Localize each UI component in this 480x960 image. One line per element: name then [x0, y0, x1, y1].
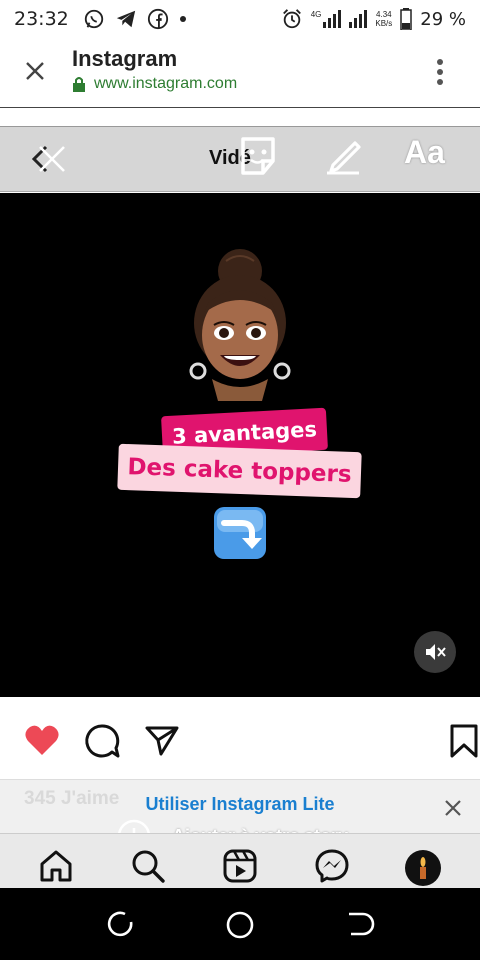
network-type-label: 4G	[310, 10, 322, 19]
reels-icon[interactable]	[222, 848, 258, 884]
status-time: 23:32	[14, 8, 69, 30]
memoji-avatar-image	[189, 249, 291, 401]
lock-icon	[73, 77, 85, 92]
mute-toggle-button[interactable]	[414, 631, 456, 673]
comment-icon[interactable]	[84, 723, 120, 759]
url-text: www.instagram.com	[94, 75, 238, 92]
signal-4g-icon: 4G	[311, 10, 342, 28]
bottom-navigation	[0, 833, 480, 888]
candle-avatar-image	[420, 857, 426, 879]
recent-apps-icon[interactable]	[105, 910, 135, 940]
status-bar: 23:32 4G 4.34 KB/s 29 %	[0, 0, 480, 38]
url-row[interactable]: www.instagram.com	[72, 75, 237, 93]
system-navigation-bar	[0, 888, 480, 960]
battery-percent: 29 %	[420, 8, 466, 30]
heart-icon[interactable]	[24, 723, 60, 759]
browser-toolbar: Instagram www.instagram.com	[0, 38, 480, 104]
home-icon[interactable]	[38, 848, 74, 884]
network-speed: 4.34 KB/s	[375, 10, 392, 28]
close-icon[interactable]	[443, 798, 463, 818]
muted-speaker-icon	[426, 644, 446, 660]
post-action-row	[0, 697, 480, 779]
text-tool-button[interactable]: Aa	[404, 134, 445, 171]
send-icon[interactable]	[144, 723, 180, 759]
page-title: Instagram	[72, 46, 178, 71]
use-lite-link[interactable]: Utiliser Instagram Lite	[0, 794, 480, 815]
pen-icon[interactable]	[323, 135, 363, 175]
story-editor-toolbar: Vidé Aa	[0, 126, 480, 192]
net-speed-value: 4.34	[376, 10, 392, 19]
net-speed-unit: KB/s	[375, 19, 393, 28]
whatsapp-icon	[84, 9, 103, 29]
page-edge-divider	[0, 104, 480, 108]
profile-avatar[interactable]	[405, 850, 441, 886]
status-notification-icons	[83, 8, 187, 30]
home-circle-icon[interactable]	[225, 910, 255, 940]
messenger-icon[interactable]	[314, 848, 350, 884]
search-icon[interactable]	[130, 848, 166, 884]
text-sticker-2: Des cake toppers	[117, 443, 362, 499]
back-close-icon[interactable]	[32, 141, 70, 179]
more-vertical-icon[interactable]	[432, 58, 448, 86]
story-video[interactable]: 3 avantages Des cake toppers	[0, 193, 480, 697]
status-system-icons: 4G 4.34 KB/s 29 %	[281, 8, 466, 30]
facebook-icon	[147, 8, 168, 30]
battery-icon	[400, 8, 413, 30]
bookmark-icon[interactable]	[446, 723, 480, 759]
dot-icon	[179, 16, 186, 22]
signal-icon	[349, 10, 368, 28]
alarm-icon	[282, 9, 301, 29]
arrow-right-curving-down-icon	[214, 507, 266, 559]
close-icon[interactable]	[22, 58, 48, 84]
telegram-icon	[116, 10, 135, 28]
back-icon[interactable]	[345, 910, 375, 940]
sticker-icon[interactable]	[237, 135, 279, 177]
